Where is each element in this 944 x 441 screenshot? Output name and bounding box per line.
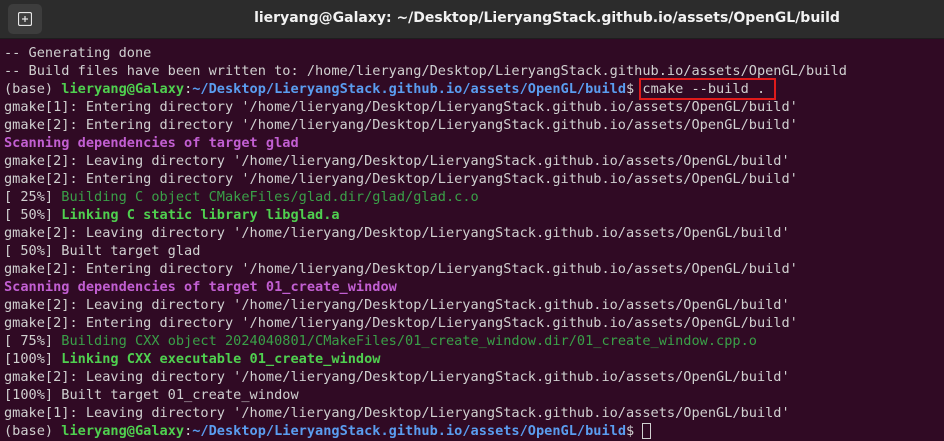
output-text: gmake[2]: Leaving directory '/home/liery… [4,369,790,385]
terminal-line: Scanning dependencies of target 01_creat… [4,278,940,296]
prompt-path: ~/Desktop/LieryangStack.github.io/assets… [192,423,627,439]
prompt-env: (base) [4,81,62,97]
terminal-window: lieryang@Galaxy: ~/Desktop/LieryangStack… [0,0,944,441]
terminal-line: [100%] Built target 01_create_window [4,386,940,404]
terminal-line: gmake[2]: Leaving directory '/home/liery… [4,368,940,386]
terminal-line: gmake[2]: Entering directory '/home/lier… [4,314,940,332]
terminal-line: -- Generating done [4,44,940,62]
output-text: gmake[2]: Entering directory '/home/lier… [4,315,798,331]
prompt-dollar: $ [626,423,643,439]
terminal-line: [100%] Linking CXX executable 01_create_… [4,350,940,368]
terminal-line: gmake[2]: Entering directory '/home/lier… [4,260,940,278]
scanning-text: Scanning dependencies of target glad [4,135,299,151]
terminal-line: [ 25%] Building C object CMakeFiles/glad… [4,188,940,206]
output-text: -- Generating done [4,45,152,61]
output-text: gmake[2]: Entering directory '/home/lier… [4,171,798,187]
terminal-line: [ 50%] Built target glad [4,242,940,260]
prompt-user-host: lieryang@Galaxy [61,81,185,97]
output-text: gmake[1]: Leaving directory '/home/liery… [4,405,790,421]
terminal-line: gmake[2]: Leaving directory '/home/liery… [4,152,940,170]
window-title: lieryang@Galaxy: ~/Desktop/LieryangStack… [254,10,840,26]
terminal-line: gmake[2]: Entering directory '/home/lier… [4,170,940,188]
terminal-line: Scanning dependencies of target glad [4,134,940,152]
scanning-text: Scanning dependencies of target 01_creat… [4,279,397,295]
progress-percent: [ 75%] [4,333,62,349]
terminal-line: -- Build files have been written to: /ho… [4,62,940,80]
prompt-env: (base) [4,423,62,439]
progress-percent: [100%] [4,351,62,367]
terminal-output[interactable]: -- Generating done -- Build files have be… [4,44,940,441]
output-text: -- Build files have been written to: /ho… [4,63,847,79]
text-cursor [642,423,652,439]
terminal-line: (base) lieryang@Galaxy:~/Desktop/Lieryan… [4,422,940,440]
terminal-line: [ 50%] Linking C static library libglad.… [4,206,940,224]
title-bar: lieryang@Galaxy: ~/Desktop/LieryangStack… [0,0,944,39]
output-text: gmake[1]: Entering directory '/home/lier… [4,99,798,115]
terminal-line: [ 75%] Building CXX object 2024040801/CM… [4,332,940,350]
prompt-dollar: $ [626,81,643,97]
terminal-line: gmake[1]: Leaving directory '/home/liery… [4,404,940,422]
output-text: [100%] Built target 01_create_window [4,387,299,403]
prompt-user-host: lieryang@Galaxy [61,423,185,439]
output-text: gmake[2]: Leaving directory '/home/liery… [4,153,790,169]
build-step-text: Building C object CMakeFiles/glad.dir/gl… [61,189,479,205]
output-text: [ 50%] Built target glad [4,243,201,259]
link-step-text: Linking C static library libglad.a [61,207,340,223]
build-step-text: Building CXX object 2024040801/CMakeFile… [61,333,757,349]
terminal-line: gmake[1]: Entering directory '/home/lier… [4,98,940,116]
output-text: gmake[2]: Entering directory '/home/lier… [4,261,798,277]
progress-percent: [ 50%] [4,207,62,223]
prompt-path: ~/Desktop/LieryangStack.github.io/assets… [192,81,627,97]
output-text: gmake[2]: Entering directory '/home/lier… [4,117,798,133]
highlighted-command: cmake --build . [639,78,777,100]
terminal-line: (base) lieryang@Galaxy:~/Desktop/Lieryan… [4,78,940,100]
link-step-text: Linking CXX executable 01_create_window [61,351,381,367]
terminal-line: gmake[2]: Entering directory '/home/lier… [4,116,940,134]
output-text: gmake[2]: Leaving directory '/home/liery… [4,297,790,313]
terminal-line: gmake[2]: Leaving directory '/home/liery… [4,296,940,314]
terminal-line: gmake[2]: Leaving directory '/home/liery… [4,224,940,242]
progress-percent: [ 25%] [4,189,62,205]
output-text: gmake[2]: Leaving directory '/home/liery… [4,225,790,241]
